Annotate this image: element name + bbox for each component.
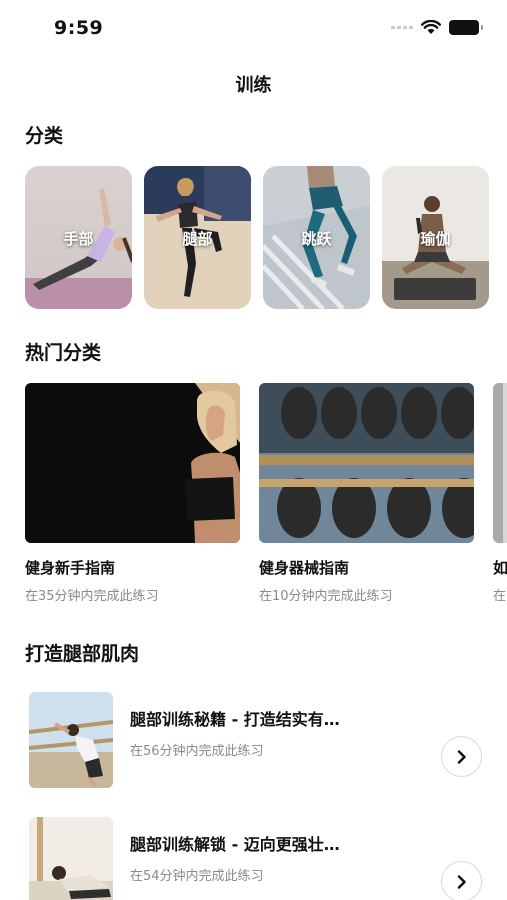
battery-icon — [449, 20, 483, 35]
list-item-thumbnail — [29, 817, 113, 900]
chevron-right-icon — [457, 749, 466, 764]
popular-card-beginner-guide[interactable]: 健身新手指南 在35分钟内完成此练习 — [25, 383, 240, 604]
stretching-photo — [29, 817, 113, 900]
list-item-title: 腿部训练秘籍 - 打造结实有… — [130, 710, 340, 729]
open-workout-button[interactable] — [441, 736, 482, 777]
popular-card-subtitle: 在10分钟内完成此练习 — [259, 589, 393, 604]
list-item[interactable]: 腿部训练解锁 - 迈向更强壮… 在54分钟内完成此练习 — [29, 817, 489, 900]
popular-card-subtitle: 在35分钟内完成此练习 — [25, 589, 159, 604]
chevron-right-icon — [457, 874, 466, 889]
legs-section-title: 打造腿部肌肉 — [25, 643, 140, 665]
popular-section-title: 热门分类 — [25, 342, 102, 364]
wifi-icon — [421, 20, 441, 34]
page-title: 训练 — [235, 75, 272, 96]
popular-card-title: 如 — [493, 559, 507, 577]
fitness-model-photo — [25, 383, 240, 543]
popular-card-equipment-guide[interactable]: 健身器械指南 在10分钟内完成此练习 — [259, 383, 474, 604]
status-icons — [391, 20, 483, 35]
status-bar: 9:59 — [0, 0, 507, 56]
popular-card-partial[interactable]: 如 在 — [493, 383, 507, 604]
workout-photo — [493, 383, 507, 543]
category-card-yoga[interactable]: 瑜伽 — [382, 166, 489, 309]
category-label: 手部 — [63, 230, 94, 248]
category-card-arms[interactable]: 手部 — [25, 166, 132, 309]
open-workout-button[interactable] — [441, 861, 482, 900]
category-label: 腿部 — [182, 230, 213, 248]
dumbbell-rack-photo — [259, 383, 474, 543]
popular-card-title: 健身新手指南 — [25, 559, 116, 577]
list-item-thumbnail — [29, 692, 113, 788]
category-card-legs[interactable]: 腿部 — [144, 166, 251, 309]
legs-workout-list: 腿部训练秘籍 - 打造结实有… 在56分钟内完成此练习 腿部训练解锁 - 迈向更… — [29, 692, 489, 900]
category-label: 跳跃 — [301, 230, 332, 248]
status-time: 9:59 — [54, 17, 104, 39]
popular-card-subtitle: 在 — [493, 589, 507, 604]
category-label: 瑜伽 — [420, 230, 451, 248]
popular-card-image — [25, 383, 240, 543]
list-item-subtitle: 在54分钟内完成此练习 — [130, 869, 264, 884]
popular-card-title: 健身器械指南 — [259, 559, 350, 577]
signal-icon — [391, 26, 413, 29]
list-item-subtitle: 在56分钟内完成此练习 — [130, 744, 264, 759]
category-card-jumping[interactable]: 跳跃 — [263, 166, 370, 309]
list-item[interactable]: 腿部训练秘籍 - 打造结实有… 在56分钟内完成此练习 — [29, 692, 489, 817]
category-list: 手部 腿部 跳跃 瑜伽 — [25, 166, 489, 309]
popular-card-image — [493, 383, 507, 543]
list-item-title: 腿部训练解锁 - 迈向更强壮… — [130, 835, 340, 854]
popular-carousel[interactable]: 健身新手指南 在35分钟内完成此练习 健身器械指南 在10分钟内完成此练习 如 … — [25, 383, 507, 613]
categories-section-title: 分类 — [25, 125, 64, 147]
stretching-photo — [29, 692, 113, 788]
popular-card-image — [259, 383, 474, 543]
